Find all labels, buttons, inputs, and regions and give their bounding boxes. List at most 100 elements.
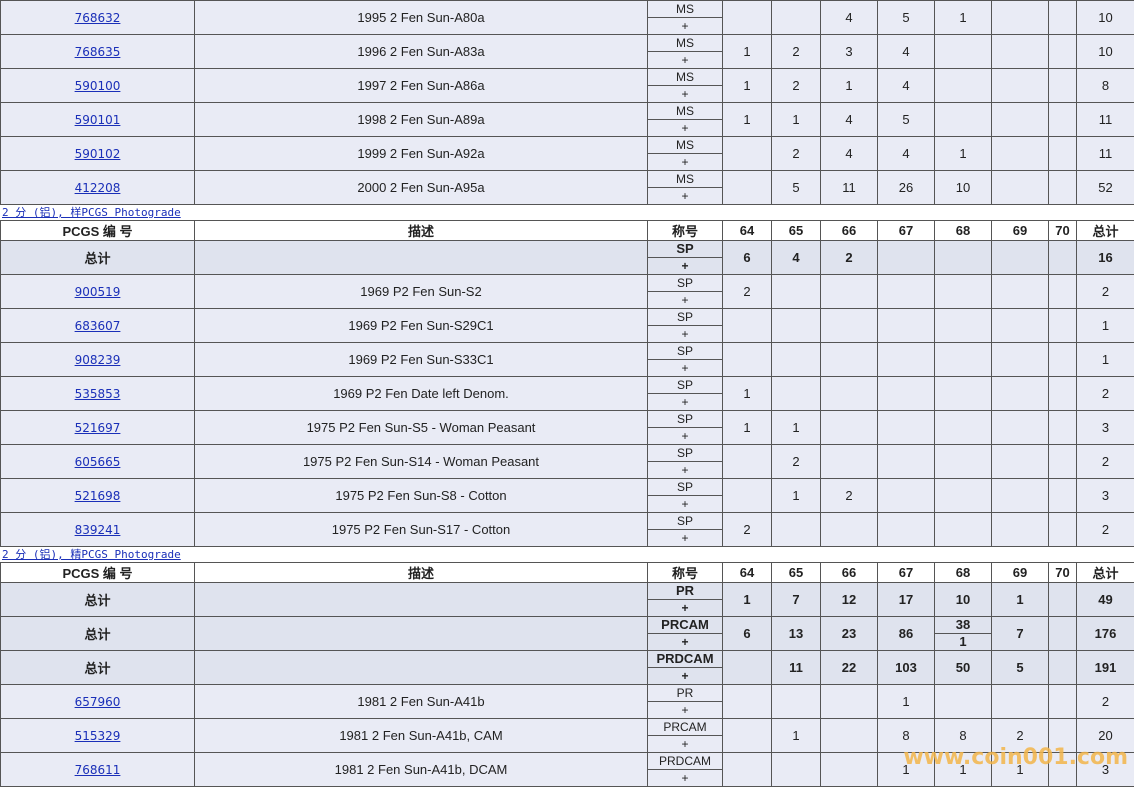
total-label: 总计 xyxy=(84,661,110,676)
total-row: 总计PRDCAM+1122103505191 xyxy=(1,651,1134,685)
pcgs-number-link[interactable]: 605665 xyxy=(75,455,121,469)
grade-count-g69 xyxy=(992,69,1049,103)
grade-count-g67 xyxy=(878,241,935,275)
table-row: 5901021999 2 Fen Sun-A92aMS+244111 xyxy=(1,137,1134,171)
pcgs-number-link[interactable]: 412208 xyxy=(75,181,121,195)
designation-label: MS xyxy=(648,137,722,154)
grade-count-g67 xyxy=(878,445,935,479)
designation-cell: MS+ xyxy=(648,69,723,103)
grade-count-g64: 1 xyxy=(723,377,772,411)
table-header-row: PCGS 编 号描述称号64656667686970总计 xyxy=(1,563,1134,583)
pcgs-number-link[interactable]: 683607 xyxy=(75,319,121,333)
empty-description-cell xyxy=(195,583,648,617)
column-header-label: 总计 xyxy=(1092,566,1118,581)
pcgs-number-link[interactable]: 521697 xyxy=(75,421,121,435)
pcgs-number-cell: 839241 xyxy=(1,513,195,547)
grade-count-g70 xyxy=(1049,343,1077,377)
grade-count-g64: 1 xyxy=(723,103,772,137)
grade-count-g69 xyxy=(992,241,1049,275)
grade-count-g66 xyxy=(821,343,878,377)
pcgs-number-link[interactable]: 535853 xyxy=(75,387,121,401)
grade-count-value: 1 xyxy=(743,386,750,401)
grade-count-g69: 5 xyxy=(992,651,1049,685)
description-cell: 1969 P2 Fen Sun-S33C1 xyxy=(195,343,648,377)
total-label-cell: 总计 xyxy=(1,583,195,617)
designation-label: MS xyxy=(648,171,722,188)
grade-count-g64 xyxy=(723,309,772,343)
section-title-proof[interactable]: 2 分 (铝), 精PCGS Photograde xyxy=(0,547,1134,562)
designation-label: SP xyxy=(648,479,722,496)
column-header-desc: 描述 xyxy=(195,563,648,583)
designation-label: MS xyxy=(648,103,722,120)
designation-cell: SP+ xyxy=(648,445,723,479)
pcgs-number-cell: 535853 xyxy=(1,377,195,411)
grade-count-g68: 10 xyxy=(935,583,992,617)
total-count-cell: 176 xyxy=(1077,617,1134,651)
grade-count-value: 1 xyxy=(845,78,852,93)
pcgs-number-link[interactable]: 900519 xyxy=(75,285,121,299)
pcgs-number-cell: 590100 xyxy=(1,69,195,103)
table-row: 7686351996 2 Fen Sun-A83aMS+123410 xyxy=(1,35,1134,69)
site-watermark: www.coin001.com xyxy=(903,745,1128,770)
plus-grade-label: + xyxy=(648,258,722,274)
population-report-page: 7686321995 2 Fen Sun-A80aMS+451107686351… xyxy=(0,0,1134,787)
pcgs-number-link[interactable]: 657960 xyxy=(75,695,121,709)
grade-count-g65 xyxy=(772,343,821,377)
total-label-cell: 总计 xyxy=(1,617,195,651)
empty-description-cell xyxy=(195,617,648,651)
table-row: 9005191969 P2 Fen Sun-S2SP+22 xyxy=(1,275,1134,309)
total-count-cell: 2 xyxy=(1077,685,1134,719)
pcgs-number-link[interactable]: 768635 xyxy=(75,45,121,59)
designation-label: SP xyxy=(648,343,722,360)
pcgs-number-link[interactable]: 521698 xyxy=(75,489,121,503)
table-row: 5358531969 P2 Fen Date left Denom.SP+12 xyxy=(1,377,1134,411)
column-header-g66: 66 xyxy=(821,221,878,241)
total-count-value: 2 xyxy=(1102,284,1109,299)
column-header-g69: 69 xyxy=(992,563,1049,583)
plus-grade-label: + xyxy=(648,120,722,136)
grade-count-value: 7 xyxy=(792,592,799,607)
total-count-value: 2 xyxy=(1102,522,1109,537)
column-header-label: 67 xyxy=(899,223,913,238)
grade-count-g65: 2 xyxy=(772,137,821,171)
column-header-label: 68 xyxy=(956,565,970,580)
grade-count-g68 xyxy=(935,35,992,69)
grade-count-g69 xyxy=(992,411,1049,445)
grade-count-g65: 1 xyxy=(772,411,821,445)
pcgs-number-link[interactable]: 590101 xyxy=(75,113,121,127)
pcgs-number-link[interactable]: 768611 xyxy=(75,763,121,777)
pcgs-number-link[interactable]: 590102 xyxy=(75,147,121,161)
plus-grade-count-value: 1 xyxy=(935,634,991,650)
total-count-cell: 10 xyxy=(1077,1,1134,35)
total-count-value: 10 xyxy=(1098,44,1112,59)
grade-count-g68 xyxy=(935,513,992,547)
grade-count-g68 xyxy=(935,103,992,137)
grade-count-g69: 7 xyxy=(992,617,1049,651)
grade-count-g66: 3 xyxy=(821,35,878,69)
pcgs-number-link[interactable]: 590100 xyxy=(75,79,121,93)
pcgs-number-link[interactable]: 908239 xyxy=(75,353,121,367)
grade-count-g68 xyxy=(935,241,992,275)
grade-count-value: 1 xyxy=(792,728,799,743)
designation-label: MS xyxy=(648,1,722,18)
pcgs-number-link[interactable]: 515329 xyxy=(75,729,121,743)
column-header-g70: 70 xyxy=(1049,563,1077,583)
grade-count-value: 1 xyxy=(959,146,966,161)
grade-count-g66 xyxy=(821,445,878,479)
pcgs-number-link[interactable]: 768632 xyxy=(75,11,121,25)
grade-count-g70 xyxy=(1049,377,1077,411)
section-title-specimen[interactable]: 2 分 (铝), 样PCGS Photograde xyxy=(0,205,1134,220)
pcgs-number-cell: 521697 xyxy=(1,411,195,445)
designation-cell: SP+ xyxy=(648,513,723,547)
grade-count-g65: 13 xyxy=(772,617,821,651)
grade-count-value: 1 xyxy=(743,44,750,59)
grade-count-value: 7 xyxy=(1016,626,1023,641)
grade-count-value: 26 xyxy=(899,180,913,195)
column-header-g69: 69 xyxy=(992,221,1049,241)
designation-cell: SP+ xyxy=(648,309,723,343)
pcgs-number-link[interactable]: 839241 xyxy=(75,523,121,537)
column-header-label: 67 xyxy=(899,565,913,580)
coin-description: 1975 P2 Fen Sun-S17 - Cotton xyxy=(332,522,511,537)
grade-count-value: 1 xyxy=(743,420,750,435)
grade-count-g68: 10 xyxy=(935,171,992,205)
